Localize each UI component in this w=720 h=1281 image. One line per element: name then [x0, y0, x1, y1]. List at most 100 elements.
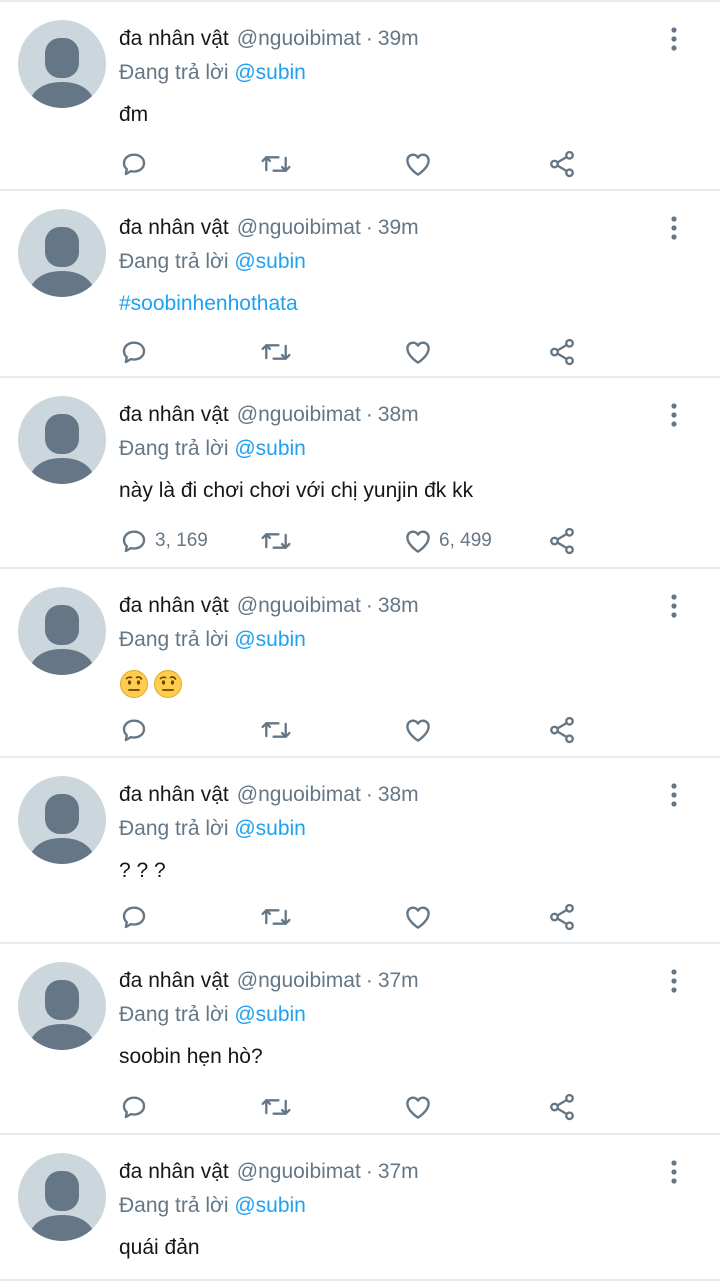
share-button[interactable] [547, 334, 577, 370]
mention-link[interactable]: @subin [234, 817, 306, 840]
retweet-button[interactable] [259, 146, 293, 182]
replying-to-label: Đang trả lời [119, 61, 229, 84]
timestamp[interactable]: 39m [378, 27, 419, 50]
tweet-header: đa nhân vật @nguoibimat · 37m [119, 1159, 419, 1185]
tweet-item[interactable]: đa nhân vật @nguoibimat · 38m Đang trả lời … [0, 569, 720, 758]
tweet-body: quái đản [119, 1235, 200, 1261]
timestamp[interactable]: 39m [378, 216, 419, 239]
share-icon [547, 526, 577, 556]
like-button[interactable] [403, 334, 439, 370]
like-button[interactable] [403, 1089, 439, 1125]
avatar[interactable] [18, 1153, 106, 1241]
tweet-item[interactable]: đa nhân vật @nguoibimat · 39m Đang trả lời … [0, 2, 720, 191]
reply-icon [119, 526, 149, 556]
user-handle[interactable]: @nguoibimat [237, 783, 361, 806]
like-button[interactable] [403, 712, 439, 748]
heart-icon [403, 149, 433, 179]
display-name[interactable]: đa nhân vật [119, 403, 229, 426]
tweet-item[interactable]: đa nhân vật @nguoibimat · 39m Đang trả lời … [0, 191, 720, 378]
retweet-button[interactable] [259, 523, 293, 559]
reply-button[interactable] [119, 899, 155, 935]
avatar[interactable] [18, 209, 106, 297]
user-handle[interactable]: @nguoibimat [237, 403, 361, 426]
heart-icon [403, 526, 433, 556]
like-button[interactable] [403, 899, 439, 935]
tweet-item[interactable]: đa nhân vật @nguoibimat · 38m Đang trả lời … [0, 758, 720, 944]
reply-button[interactable] [119, 712, 155, 748]
retweet-icon [259, 526, 293, 556]
more-vertical-icon[interactable] [664, 215, 684, 241]
retweet-button[interactable] [259, 1089, 293, 1125]
heart-icon [403, 337, 433, 367]
tweet-header: đa nhân vật @nguoibimat · 38m [119, 782, 419, 808]
user-handle[interactable]: @nguoibimat [237, 1160, 361, 1183]
user-handle[interactable]: @nguoibimat [237, 969, 361, 992]
user-handle[interactable]: @nguoibimat [237, 594, 361, 617]
separator-dot: · [365, 969, 373, 992]
share-button[interactable] [547, 1089, 577, 1125]
reply-button[interactable] [119, 146, 155, 182]
retweet-button[interactable] [259, 899, 293, 935]
replying-to: Đang trả lời @subin [119, 816, 306, 842]
mention-link[interactable]: @subin [234, 1194, 306, 1217]
tweet-text: quái đản [119, 1236, 200, 1259]
share-button[interactable] [547, 523, 577, 559]
reply-icon [119, 715, 149, 745]
retweet-button[interactable] [259, 334, 293, 370]
like-button[interactable]: 6, 499 [403, 523, 492, 559]
display-name[interactable]: đa nhân vật [119, 216, 229, 239]
avatar[interactable] [18, 776, 106, 864]
tweet-actions: 3, 169 6, 499 [119, 523, 599, 559]
display-name[interactable]: đa nhân vật [119, 594, 229, 617]
more-vertical-icon[interactable] [664, 968, 684, 994]
reply-button[interactable] [119, 334, 155, 370]
mention-link[interactable]: @subin [234, 437, 306, 460]
user-handle[interactable]: @nguoibimat [237, 216, 361, 239]
tweet-actions [119, 334, 599, 370]
avatar[interactable] [18, 396, 106, 484]
separator-dot: · [365, 27, 373, 50]
tweet-text: ? ? ? [119, 859, 166, 882]
display-name[interactable]: đa nhân vật [119, 1160, 229, 1183]
retweet-icon [259, 337, 293, 367]
timestamp[interactable]: 37m [378, 1160, 419, 1183]
display-name[interactable]: đa nhân vật [119, 783, 229, 806]
display-name[interactable]: đa nhân vật [119, 27, 229, 50]
more-vertical-icon[interactable] [664, 402, 684, 428]
more-vertical-icon[interactable] [664, 1159, 684, 1185]
share-icon [547, 337, 577, 367]
tweet-item[interactable]: đa nhân vật @nguoibimat · 38m Đang trả lời … [0, 378, 720, 569]
share-button[interactable] [547, 899, 577, 935]
timestamp[interactable]: 38m [378, 403, 419, 426]
retweet-button[interactable] [259, 712, 293, 748]
more-vertical-icon[interactable] [664, 782, 684, 808]
more-vertical-icon[interactable] [664, 593, 684, 619]
share-button[interactable] [547, 712, 577, 748]
mention-link[interactable]: @subin [234, 1003, 306, 1026]
reply-count: 3, 169 [155, 530, 208, 551]
hashtag-link[interactable]: #soobinhenhothata [119, 291, 298, 317]
avatar[interactable] [18, 587, 106, 675]
tweet-item[interactable]: đa nhân vật @nguoibimat · 37m Đang trả lời … [0, 944, 720, 1135]
display-name[interactable]: đa nhân vật [119, 969, 229, 992]
timestamp[interactable]: 38m [378, 783, 419, 806]
timestamp[interactable]: 38m [378, 594, 419, 617]
mention-link[interactable]: @subin [234, 250, 306, 273]
mention-link[interactable]: @subin [234, 61, 306, 84]
reply-button[interactable] [119, 1089, 155, 1125]
share-button[interactable] [547, 146, 577, 182]
avatar[interactable] [18, 962, 106, 1050]
avatar[interactable] [18, 20, 106, 108]
more-vertical-icon[interactable] [664, 26, 684, 52]
retweet-icon [259, 715, 293, 745]
like-button[interactable] [403, 146, 439, 182]
reply-icon [119, 149, 149, 179]
like-count: 6, 499 [439, 530, 492, 551]
replying-to-label: Đang trả lời [119, 817, 229, 840]
tweet-item[interactable]: đa nhân vật @nguoibimat · 37m Đang trả lời … [0, 1135, 720, 1281]
reply-button[interactable]: 3, 169 [119, 523, 208, 559]
timestamp[interactable]: 37m [378, 969, 419, 992]
user-handle[interactable]: @nguoibimat [237, 27, 361, 50]
heart-icon [403, 715, 433, 745]
mention-link[interactable]: @subin [234, 628, 306, 651]
